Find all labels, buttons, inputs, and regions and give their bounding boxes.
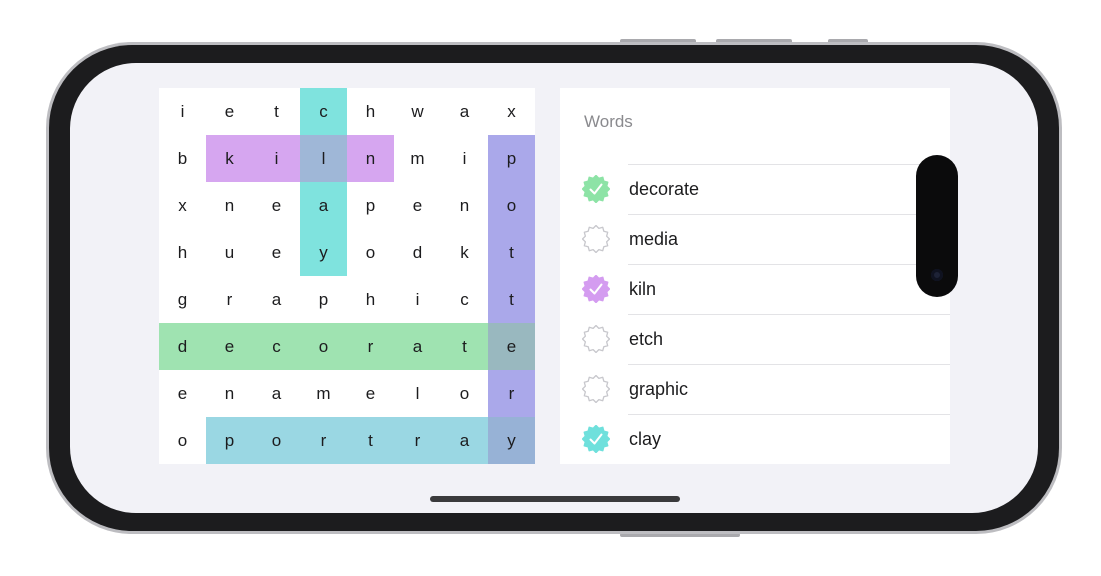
grid-cell[interactable]: i (253, 135, 300, 182)
grid-cell[interactable]: e (159, 370, 206, 417)
grid-cell[interactable]: t (488, 276, 535, 323)
grid-cell[interactable]: n (206, 182, 253, 229)
front-camera-icon (931, 269, 943, 281)
grid-cell[interactable]: o (253, 417, 300, 464)
grid-cell[interactable]: t (347, 417, 394, 464)
word-label: kiln (629, 279, 657, 299)
grid-cell[interactable]: c (441, 276, 488, 323)
grid-cell[interactable]: l (300, 135, 347, 182)
grid-cell[interactable]: d (159, 323, 206, 370)
word-list-title: Words (584, 112, 633, 131)
grid-cell[interactable]: i (159, 88, 206, 135)
grid-cell[interactable]: t (441, 323, 488, 370)
grid-cell[interactable]: n (206, 370, 253, 417)
grid-cell[interactable]: a (300, 182, 347, 229)
grid-cell[interactable]: y (488, 417, 535, 464)
seal-outline-icon (582, 325, 610, 353)
grid-cell[interactable]: t (488, 229, 535, 276)
grid-cell[interactable]: k (441, 229, 488, 276)
grid-cell[interactable]: o (441, 370, 488, 417)
grid-cell[interactable]: r (206, 276, 253, 323)
seal-outline-icon (582, 375, 610, 403)
word-list-item[interactable]: decorate (560, 164, 950, 214)
word-list-item[interactable]: media (560, 214, 950, 264)
grid-cell[interactable]: m (394, 135, 441, 182)
word-label: decorate (629, 179, 700, 199)
grid-cell[interactable]: e (253, 182, 300, 229)
word-list-item[interactable]: graphic (560, 364, 950, 414)
word-list-panel: Words decorate media kiln etch graphic clay (560, 88, 950, 464)
grid-cell[interactable]: i (394, 276, 441, 323)
grid-cell[interactable]: o (347, 229, 394, 276)
grid-cell[interactable]: a (253, 370, 300, 417)
grid-cell[interactable]: t (253, 88, 300, 135)
grid-cell[interactable]: l (394, 370, 441, 417)
grid-cell[interactable]: e (206, 323, 253, 370)
grid-cell[interactable]: h (159, 229, 206, 276)
grid-cell[interactable]: p (488, 135, 535, 182)
grid-cell[interactable]: p (300, 276, 347, 323)
checkmark-seal-filled-icon (582, 425, 610, 453)
letter-grid[interactable]: ietchwaxbkilnmipxneapenohueyodktgraphict… (159, 88, 535, 464)
grid-cell[interactable]: p (206, 417, 253, 464)
grid-cell[interactable]: r (488, 370, 535, 417)
word-list-item[interactable]: kiln (560, 264, 950, 314)
grid-cell[interactable]: d (394, 229, 441, 276)
dynamic-island (916, 155, 958, 297)
grid-cell[interactable]: o (488, 182, 535, 229)
grid-cell[interactable]: c (253, 323, 300, 370)
word-list-item[interactable]: etch (560, 314, 950, 364)
grid-cell[interactable]: r (300, 417, 347, 464)
grid-cell[interactable]: e (206, 88, 253, 135)
grid-cell[interactable]: g (159, 276, 206, 323)
grid-cell[interactable]: a (394, 323, 441, 370)
grid-cell[interactable]: h (347, 276, 394, 323)
device-screen: ietchwaxbkilnmipxneapenohueyodktgraphict… (70, 63, 1038, 513)
grid-cell[interactable]: b (159, 135, 206, 182)
grid-cell[interactable]: p (347, 182, 394, 229)
grid-cell[interactable]: h (347, 88, 394, 135)
grid-cell[interactable]: n (347, 135, 394, 182)
grid-cell[interactable]: e (488, 323, 535, 370)
grid-cell[interactable]: u (206, 229, 253, 276)
grid-cell[interactable]: k (206, 135, 253, 182)
grid-cell[interactable]: m (300, 370, 347, 417)
grid-cell[interactable]: a (253, 276, 300, 323)
grid-cell[interactable]: x (488, 88, 535, 135)
grid-cell[interactable]: y (300, 229, 347, 276)
word-list-item[interactable]: clay (560, 414, 950, 464)
grid-cell[interactable]: n (441, 182, 488, 229)
grid-cell[interactable]: c (300, 88, 347, 135)
grid-cell[interactable]: e (394, 182, 441, 229)
grid-cell[interactable]: o (300, 323, 347, 370)
word-label: media (629, 229, 679, 249)
grid-cell[interactable]: w (394, 88, 441, 135)
grid-cell[interactable]: r (347, 323, 394, 370)
word-label: etch (629, 329, 664, 349)
grid-cell[interactable]: a (441, 88, 488, 135)
grid-cell[interactable]: e (347, 370, 394, 417)
grid-cell[interactable]: i (441, 135, 488, 182)
grid-cell[interactable]: o (159, 417, 206, 464)
checkmark-seal-filled-icon (582, 175, 610, 203)
grid-cell[interactable]: e (253, 229, 300, 276)
home-indicator[interactable] (430, 496, 680, 502)
grid-cell[interactable]: r (394, 417, 441, 464)
word-label: clay (629, 429, 662, 449)
seal-outline-icon (582, 225, 610, 253)
grid-cell[interactable]: x (159, 182, 206, 229)
word-label: graphic (629, 379, 689, 399)
grid-cell[interactable]: a (441, 417, 488, 464)
checkmark-seal-filled-icon (582, 275, 610, 303)
